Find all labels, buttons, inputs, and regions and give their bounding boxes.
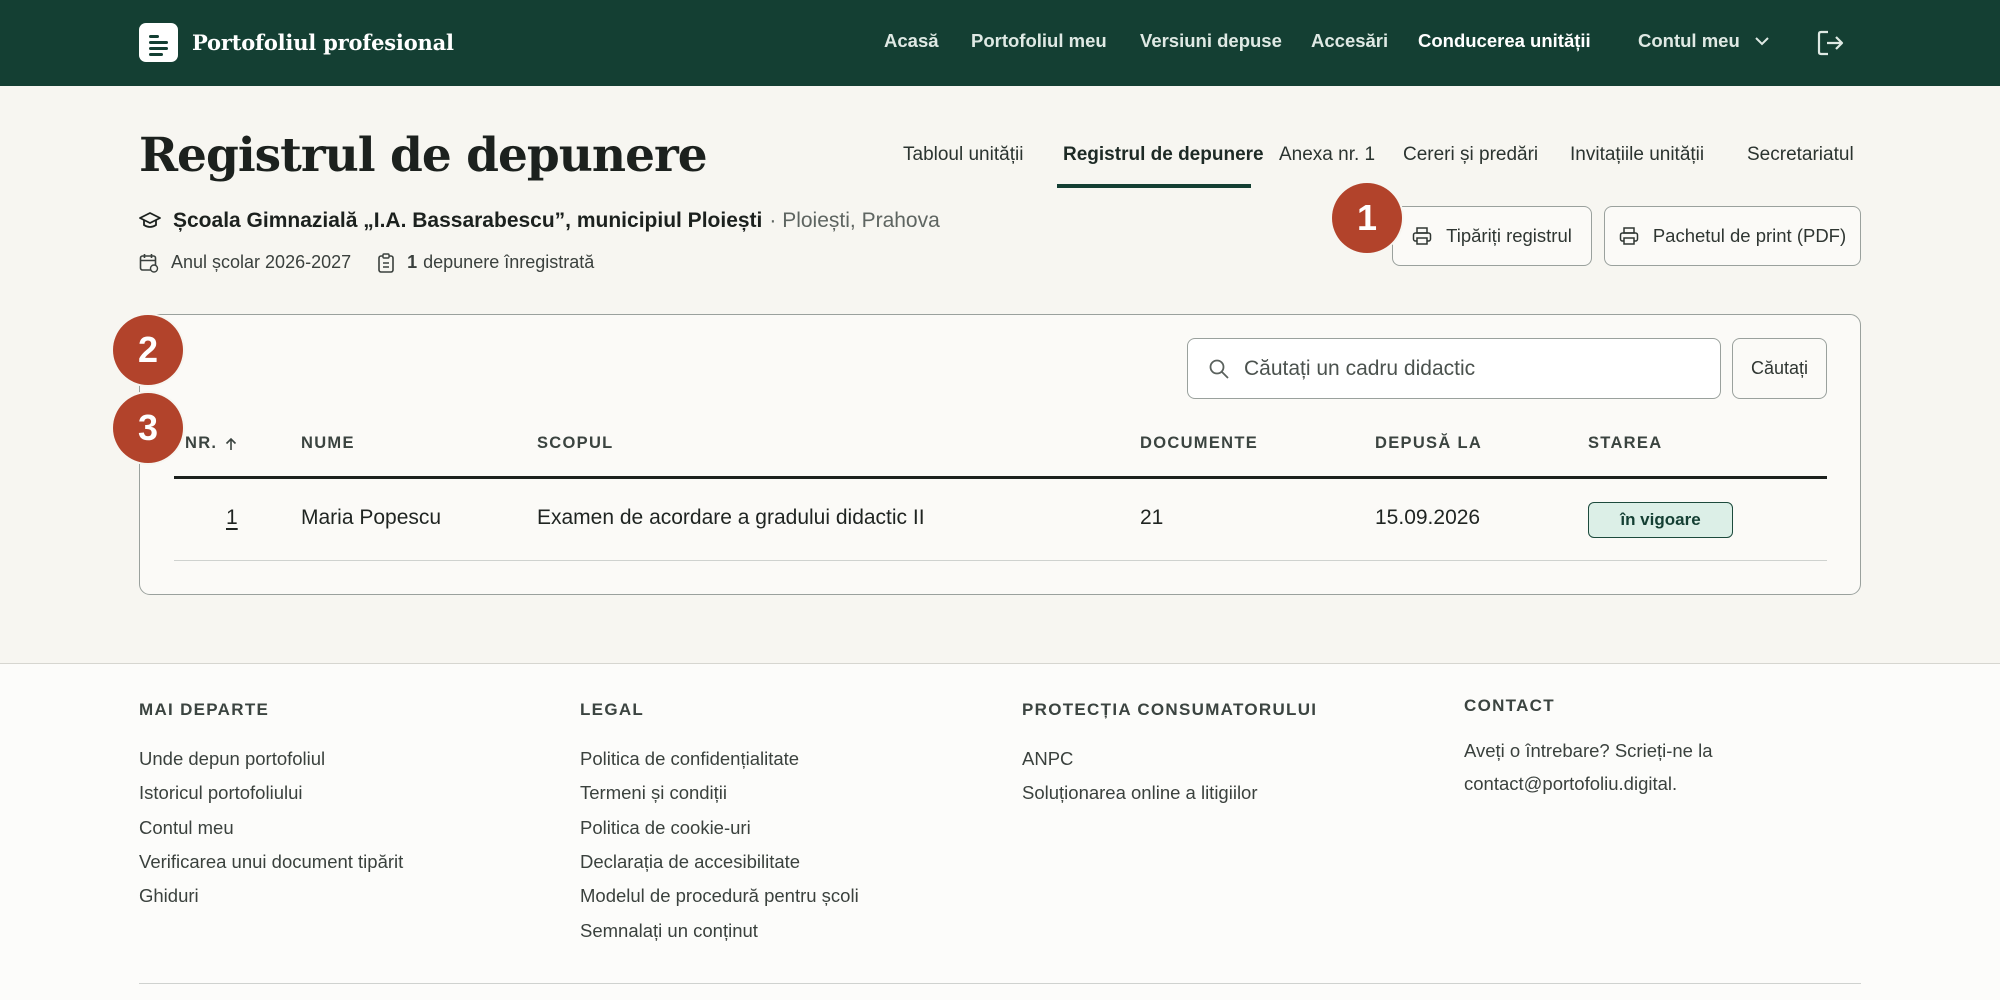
tab-secretariatul[interactable]: Secretariatul: [1747, 144, 1854, 166]
annotation-badge-1: 1: [1332, 183, 1402, 253]
column-header-depusa-la: DEPUSĂ LA: [1375, 434, 1483, 452]
print-package-button[interactable]: Pachetul de print (PDF): [1604, 206, 1861, 266]
column-header-scopul: SCOPUL: [537, 434, 614, 452]
footer-contact-text: Aveți o întrebare? Scrieți-ne la contact…: [1464, 740, 1713, 794]
nav-versiuni-depuse[interactable]: Versiuni depuse: [1140, 30, 1282, 52]
school-name: Școala Gimnazială „I.A. Bassarabescu”, m…: [173, 209, 763, 232]
account-label: Contul meu: [1638, 30, 1740, 51]
submissions-count: 1: [407, 252, 418, 272]
tab-cereri-si-predari[interactable]: Cereri și predări: [1403, 144, 1538, 166]
footer: MAI DEPARTE Unde depun portofoliul Istor…: [0, 664, 2000, 1000]
printer-icon: [1412, 227, 1432, 245]
search-button[interactable]: Căutați: [1732, 338, 1827, 399]
school-location: · Ploiești, Prahova: [769, 209, 940, 232]
print-register-button[interactable]: Tipăriți registrul: [1392, 206, 1592, 266]
tab-tabloul-unitatii[interactable]: Tabloul unității: [903, 144, 1023, 166]
chevron-down-icon: [1755, 37, 1769, 46]
sort-arrow-up-icon: [226, 437, 237, 450]
footer-title-protectia-consumatorului: PROTECȚIA CONSUMATORULUI: [1022, 700, 1318, 719]
annotation-badge-2: 2: [113, 315, 183, 385]
status-badge: în vigoare: [1588, 502, 1733, 538]
search-icon: [1209, 359, 1229, 379]
tab-invitatiile-unitatii[interactable]: Invitațiile unității: [1570, 144, 1704, 166]
calendar-icon: [139, 253, 159, 273]
footer-link[interactable]: Soluționarea online a litigiilor: [1022, 782, 1258, 804]
school-info: Școala Gimnazială „I.A. Bassarabescu”, m…: [139, 209, 940, 233]
annotation-badge-3: 3: [113, 393, 183, 463]
footer-link[interactable]: Declarația de accesibilitate: [580, 851, 800, 873]
register-meta: Anul școlar 2026-2027 1 depunere înregis…: [139, 252, 594, 273]
column-header-starea: STAREA: [1588, 434, 1663, 452]
tab-anexa-nr-1[interactable]: Anexa nr. 1: [1279, 144, 1375, 166]
footer-link[interactable]: Modelul de procedură pentru școli: [580, 885, 859, 907]
footer-link[interactable]: Verificarea unui document tipărit: [139, 851, 403, 873]
footer-link[interactable]: Politica de cookie-uri: [580, 817, 751, 839]
graduation-cap-icon: [139, 212, 161, 228]
row-name: Maria Popescu: [301, 506, 442, 529]
row-purpose: Examen de acordare a gradului didactic I…: [537, 506, 925, 529]
school-year: Anul școlar 2026-2027: [171, 252, 352, 272]
footer-link[interactable]: Semnalați un conținut: [580, 920, 758, 942]
print-package-label: Pachetul de print (PDF): [1652, 225, 1847, 246]
nav-conducerea-unitatii[interactable]: Conducerea unității: [1418, 30, 1591, 52]
table-header-divider: [174, 476, 1827, 479]
active-tab-indicator: [1057, 184, 1251, 188]
footer-link[interactable]: Unde depun portofoliul: [139, 748, 325, 770]
row-number-link[interactable]: 1: [226, 506, 238, 530]
footer-link[interactable]: Contul meu: [139, 817, 234, 839]
printer-icon: [1619, 227, 1639, 245]
footer-link[interactable]: ANPC: [1022, 748, 1073, 770]
search-box: [1187, 338, 1721, 399]
table-row-divider: [174, 560, 1827, 561]
footer-link[interactable]: Ghiduri: [139, 885, 199, 907]
column-header-nume: NUME: [301, 434, 355, 452]
nav-portofoliul-meu[interactable]: Portofoliul meu: [971, 30, 1107, 52]
row-documents: 21: [1140, 506, 1164, 529]
page-title: Registrul de depunere: [139, 128, 708, 183]
nav-accesari[interactable]: Accesări: [1311, 30, 1388, 52]
submissions-label: depunere înregistrată: [423, 252, 595, 272]
logout-icon[interactable]: [1816, 29, 1846, 57]
search-input[interactable]: [1244, 356, 1684, 381]
top-navigation-bar: Portofoliul profesional Acasă Portofoliu…: [0, 0, 2000, 86]
clipboard-icon: [378, 252, 394, 273]
footer-link[interactable]: Politica de confidențialitate: [580, 748, 799, 770]
footer-bottom-divider: [139, 983, 1861, 984]
nav-acasa[interactable]: Acasă: [884, 30, 939, 52]
footer-link[interactable]: Istoricul portofoliului: [139, 782, 303, 804]
row-submitted-date: 15.09.2026: [1375, 506, 1481, 529]
column-header-documente: DOCUMENTE: [1140, 434, 1259, 452]
footer-title-mai-departe: MAI DEPARTE: [139, 700, 270, 719]
account-menu[interactable]: Contul meu: [1638, 30, 1770, 52]
tab-registrul-de-depunere[interactable]: Registrul de depunere: [1063, 144, 1264, 166]
column-header-nr[interactable]: NR.: [185, 434, 237, 453]
footer-title-legal: LEGAL: [580, 700, 645, 719]
footer-link[interactable]: Termeni și condiții: [580, 782, 727, 804]
footer-title-contact: CONTACT: [1464, 696, 1555, 715]
print-register-label: Tipăriți registrul: [1446, 225, 1572, 246]
